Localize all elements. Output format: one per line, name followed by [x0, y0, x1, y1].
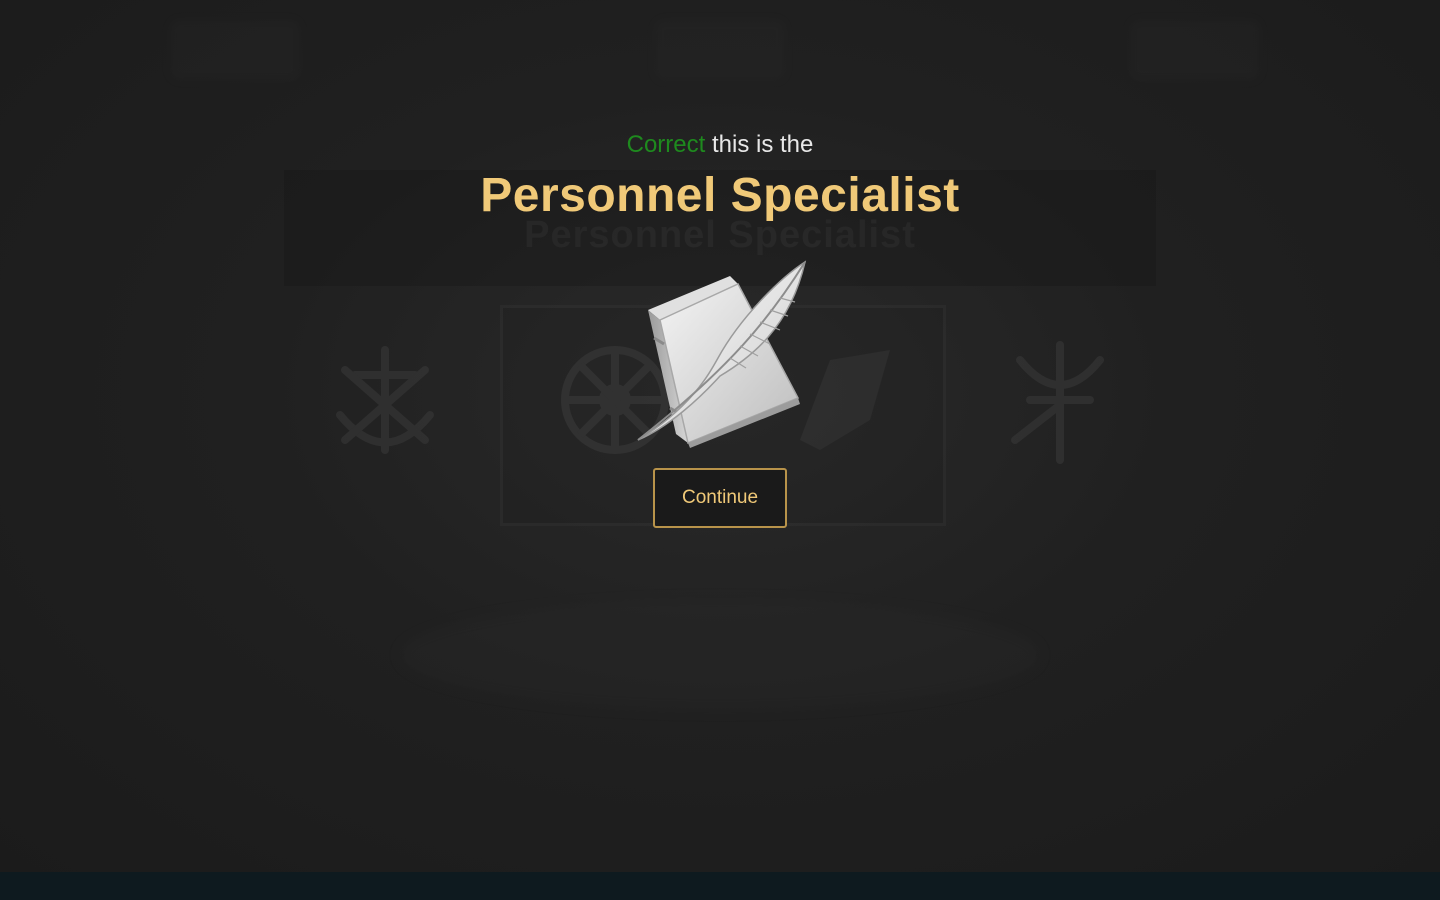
background-top-decoration	[1130, 20, 1260, 80]
role-title: Personnel Specialist	[480, 169, 960, 222]
result-message: Correct this is the	[0, 131, 1440, 159]
background-top-decoration	[655, 20, 785, 80]
antenna-emblem-icon	[1011, 341, 1104, 464]
result-message-text: this is the	[705, 131, 814, 158]
background-top-decoration	[170, 20, 300, 80]
anchor-emblem-icon	[336, 346, 434, 454]
continue-button[interactable]: Continue	[653, 468, 787, 528]
bottom-bar	[0, 872, 1440, 900]
book-quill-icon	[637, 260, 807, 448]
result-status-word: Correct	[626, 131, 706, 158]
background-ground-decoration	[400, 600, 1040, 710]
game-stage: Personnel Specialist Correct this is the…	[0, 0, 1440, 872]
